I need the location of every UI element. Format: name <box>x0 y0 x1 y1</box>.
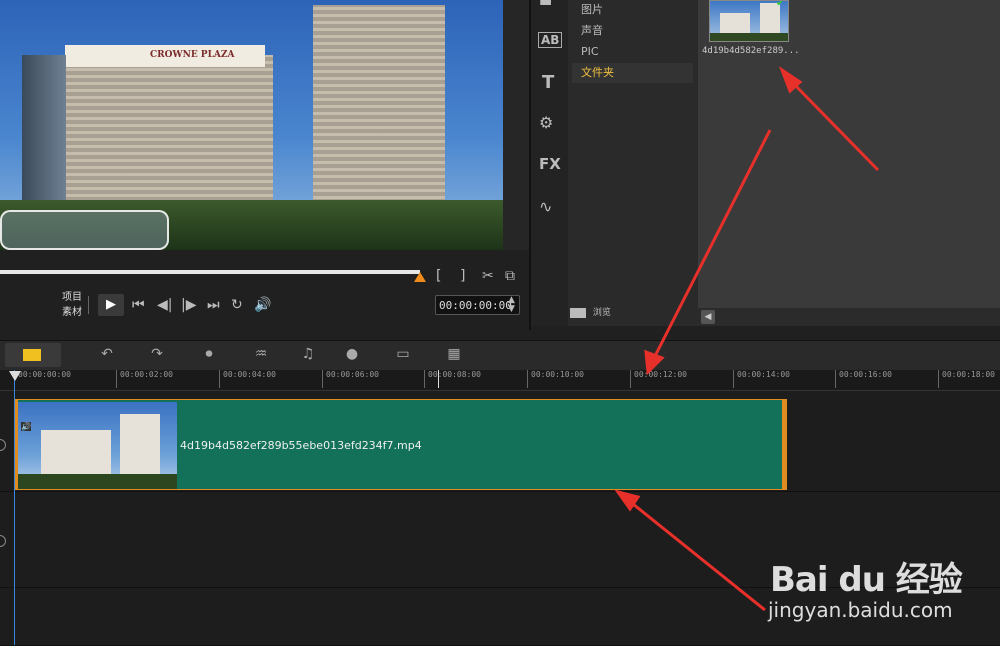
arrow-to-clip <box>627 498 766 612</box>
arrow-to-media <box>788 78 880 172</box>
annotation-arrows <box>614 66 880 612</box>
baidu-watermark-url: jingyan.baidu.com <box>768 598 953 622</box>
baidu-watermark-logo: Bai du 经验 <box>770 560 963 600</box>
arrow-head <box>644 349 665 376</box>
arrow-to-ruler <box>651 129 772 361</box>
